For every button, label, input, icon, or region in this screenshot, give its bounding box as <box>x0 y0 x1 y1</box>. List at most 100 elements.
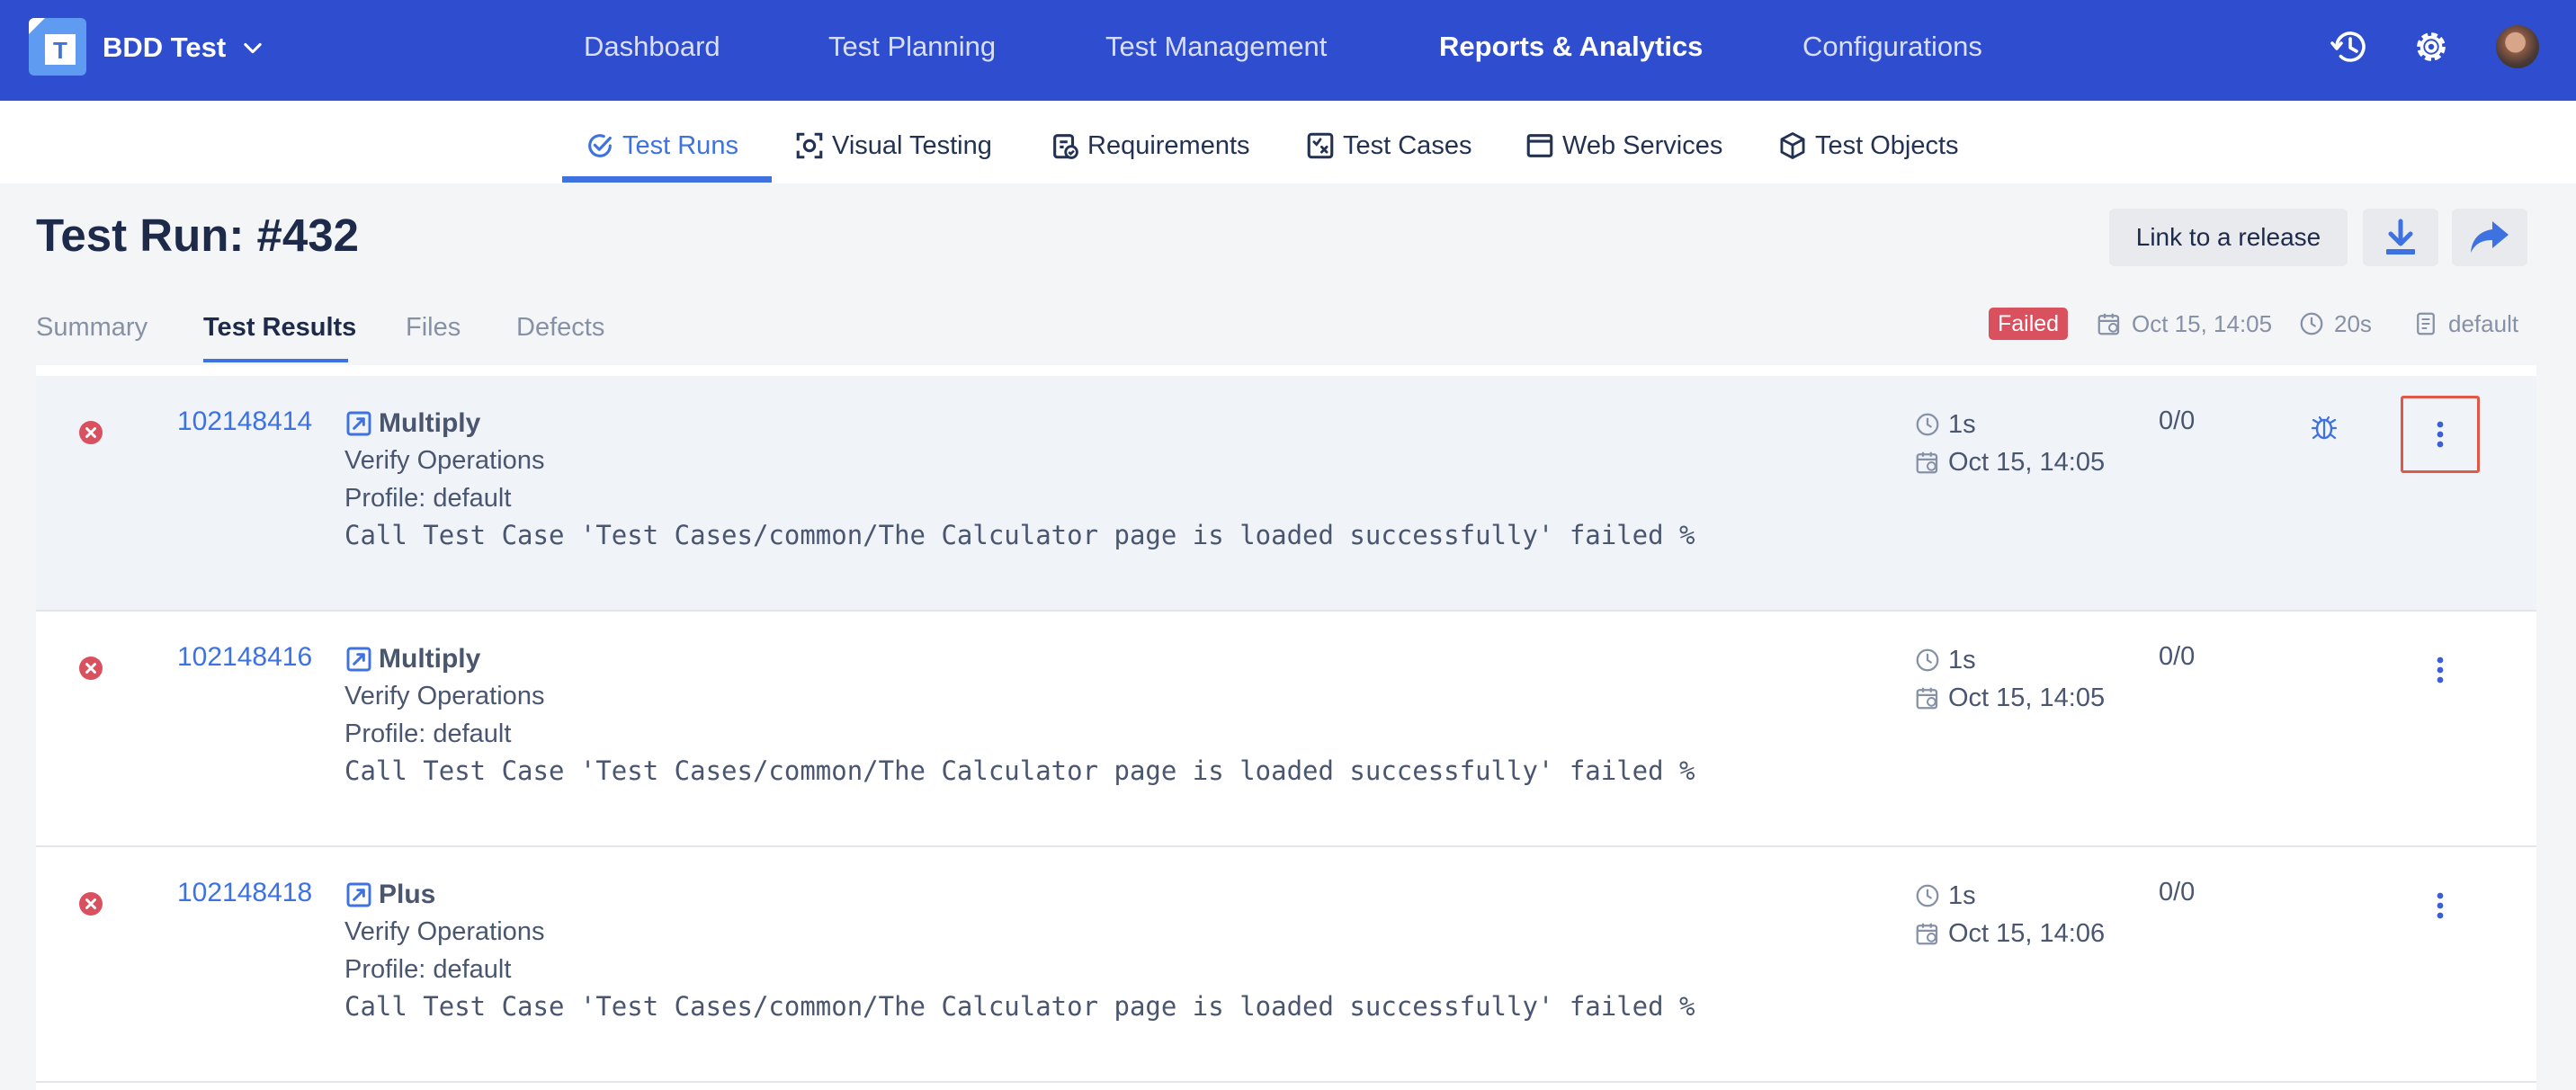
test-results-list: 102148414 Multiply Verify Operations Pro… <box>36 365 2536 1090</box>
window-icon <box>1526 134 1553 157</box>
run-duration-text: 20s <box>2334 309 2372 337</box>
run-id-link[interactable]: 102148416 <box>177 642 312 673</box>
table-row[interactable]: 102148418 Plus Verify Operations Profile… <box>36 847 2536 1083</box>
table-row[interactable]: 102148414 Multiply Verify Operations Pro… <box>36 376 2536 612</box>
subnav-test-cases[interactable]: Test Cases <box>1305 119 1471 173</box>
test-case-title: Multiply <box>344 642 480 676</box>
project-switcher[interactable]: BDD Test <box>103 27 265 68</box>
more-vertical-icon <box>2437 892 2444 919</box>
nav-configurations[interactable]: Configurations <box>1802 25 1982 68</box>
subnav-test-objects[interactable]: Test Objects <box>1777 119 1959 173</box>
tab-summary[interactable]: Summary <box>36 309 148 345</box>
clock-icon <box>1916 884 1939 907</box>
error-message: Call Test Case 'Test Cases/common/The Ca… <box>344 755 1695 786</box>
calendar-icon <box>1916 451 1938 474</box>
page-title: Test Run: #432 <box>36 210 359 261</box>
subnav-label: Test Runs <box>622 130 738 160</box>
run-date: Oct 15, 14:05 <box>2096 306 2272 342</box>
error-message: Call Test Case 'Test Cases/common/The Ca… <box>344 991 1695 1022</box>
external-link-icon[interactable] <box>344 409 373 438</box>
clock-icon <box>1916 648 1939 672</box>
table-row[interactable]: 102148416 Multiply Verify Operations Pro… <box>36 612 2536 847</box>
download-button[interactable] <box>2363 209 2438 266</box>
check-circle-icon <box>588 134 612 157</box>
history-icon[interactable] <box>2329 25 2372 68</box>
profile-text: Profile: default <box>344 719 512 748</box>
duration: 1s <box>1914 408 1976 441</box>
document-icon <box>2417 312 2435 335</box>
profile-text: Profile: default <box>344 484 512 513</box>
nav-test-management[interactable]: Test Management <box>1105 25 1327 68</box>
test-case-name[interactable]: Multiply <box>379 644 480 675</box>
test-suite-name: Verify Operations <box>344 917 545 946</box>
subnav-label: Requirements <box>1087 130 1250 160</box>
chevron-down-icon <box>244 42 262 54</box>
duration-text: 1s <box>1948 880 1976 910</box>
more-vertical-icon <box>2437 421 2444 448</box>
test-suite-name: Verify Operations <box>344 682 545 710</box>
logo-icon[interactable]: T <box>29 18 86 76</box>
subnav-web-services[interactable]: Web Services <box>1525 119 1722 173</box>
test-case-name[interactable]: Multiply <box>379 408 480 439</box>
active-tab-indicator <box>203 359 348 362</box>
profile-text: Profile: default <box>344 955 512 984</box>
link-to-release-button[interactable]: Link to a release <box>2109 209 2348 266</box>
avatar[interactable] <box>2496 25 2539 68</box>
start-date: Oct 15, 14:05 <box>1914 446 2105 478</box>
external-link-icon[interactable] <box>344 880 373 909</box>
defect-ratio: 0/0 <box>2159 878 2196 907</box>
cube-icon <box>1780 132 1805 159</box>
error-message: Call Test Case 'Test Cases/common/The Ca… <box>344 520 1695 550</box>
run-profile: default <box>2412 306 2518 342</box>
more-vertical-icon <box>2437 657 2444 683</box>
svg-text:T: T <box>53 37 67 64</box>
duration: 1s <box>1914 644 1976 676</box>
fail-circle-icon <box>79 421 103 444</box>
defect-ratio: 0/0 <box>2159 407 2196 435</box>
subnav-label: Visual Testing <box>832 130 992 160</box>
active-subnav-indicator <box>562 176 772 183</box>
run-duration: 20s <box>2298 306 2372 342</box>
fail-circle-icon <box>79 657 103 680</box>
duration-text: 1s <box>1948 645 1976 675</box>
start-date: Oct 15, 14:06 <box>1914 917 2105 950</box>
clock-icon <box>2300 312 2323 335</box>
subnav-label: Web Services <box>1562 130 1723 160</box>
gear-icon[interactable] <box>2410 25 2453 68</box>
run-profile-text: default <box>2448 309 2519 337</box>
subnav-requirements[interactable]: Requirements <box>1050 119 1250 173</box>
test-case-icon <box>1307 132 1334 159</box>
bug-icon[interactable] <box>2310 410 2339 442</box>
date-text: Oct 15, 14:06 <box>1948 918 2106 948</box>
download-icon <box>2386 219 2415 255</box>
nav-reports-analytics[interactable]: Reports & Analytics <box>1439 25 1703 68</box>
subnav-label: Test Objects <box>1815 130 1959 160</box>
top-bar: T BDD Test Dashboard Test Planning Test … <box>0 0 2576 101</box>
project-name: BDD Test <box>103 31 227 63</box>
subnav-test-runs[interactable]: Test Runs <box>585 119 738 173</box>
clock-icon <box>1916 413 1939 436</box>
nav-dashboard[interactable]: Dashboard <box>584 25 720 68</box>
clipboard-check-icon <box>1053 134 1078 159</box>
defect-ratio: 0/0 <box>2159 642 2196 671</box>
test-case-title: Multiply <box>344 407 480 441</box>
external-link-icon[interactable] <box>344 645 373 674</box>
date-text: Oct 15, 14:05 <box>1948 683 2106 712</box>
subnav-visual-testing[interactable]: Visual Testing <box>794 119 992 173</box>
more-actions-button[interactable] <box>2401 396 2480 473</box>
tab-defects[interactable]: Defects <box>516 309 604 345</box>
tab-test-results[interactable]: Test Results <box>203 309 356 345</box>
tab-files[interactable]: Files <box>406 309 461 345</box>
status-badge: Failed <box>1989 308 2069 340</box>
run-date-text: Oct 15, 14:05 <box>2132 309 2273 337</box>
more-actions-button[interactable] <box>2401 631 2480 709</box>
more-actions-button[interactable] <box>2401 867 2480 944</box>
nav-test-planning[interactable]: Test Planning <box>828 25 996 68</box>
test-suite-name: Verify Operations <box>344 446 545 475</box>
duration: 1s <box>1914 880 1976 912</box>
calendar-icon <box>2097 313 2120 335</box>
run-id-link[interactable]: 102148418 <box>177 878 312 908</box>
test-case-name[interactable]: Plus <box>379 880 435 910</box>
share-button[interactable] <box>2452 209 2527 266</box>
run-id-link[interactable]: 102148414 <box>177 407 312 437</box>
